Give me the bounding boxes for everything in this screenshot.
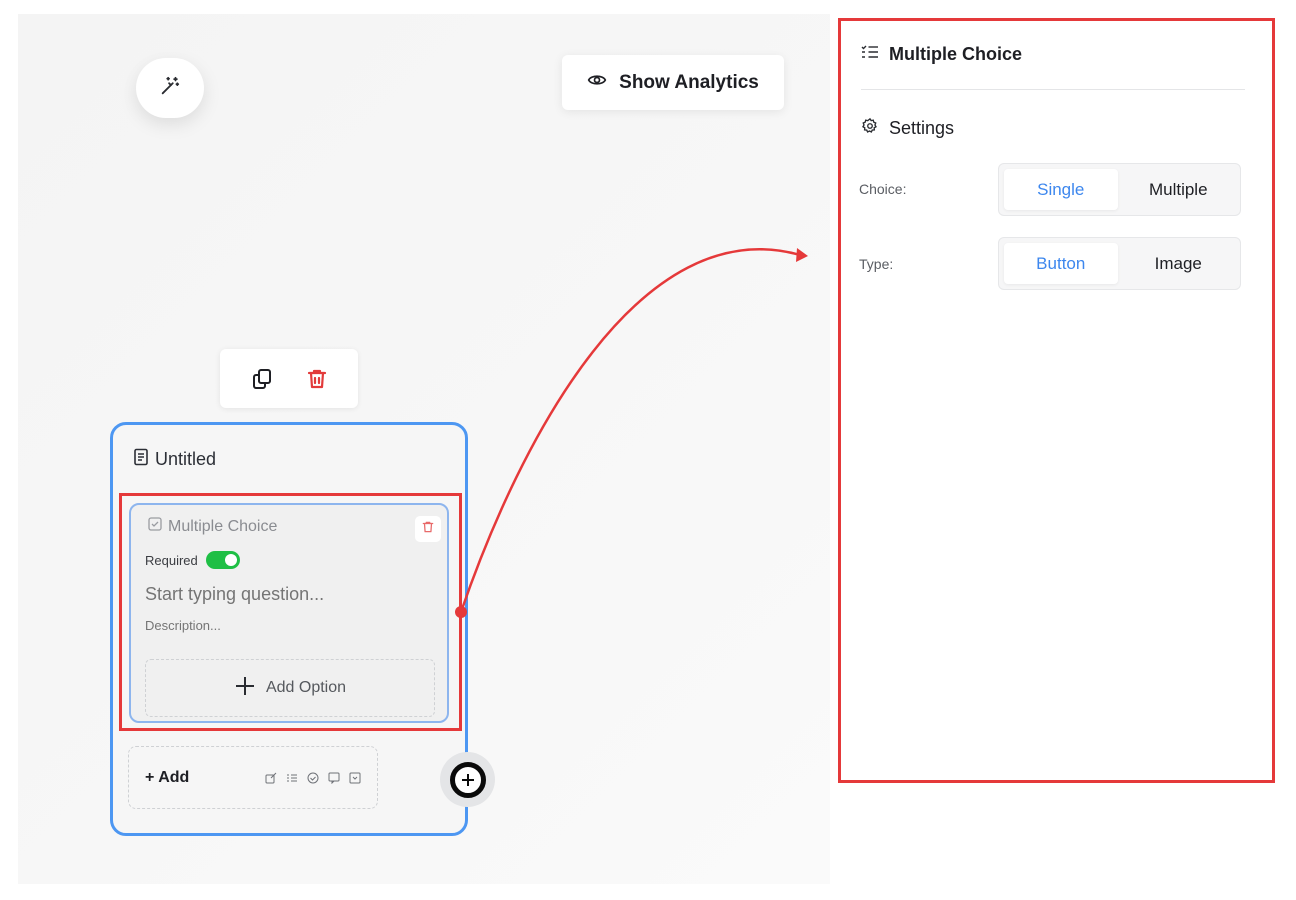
checklist-icon bbox=[861, 44, 879, 65]
eye-icon bbox=[587, 70, 607, 96]
document-icon bbox=[133, 448, 149, 471]
choice-option-multiple[interactable]: Multiple bbox=[1122, 169, 1236, 210]
magic-wand-button[interactable] bbox=[136, 58, 204, 118]
list-icon[interactable] bbox=[286, 772, 298, 784]
node-title-text: Untitled bbox=[155, 449, 217, 469]
panel-header: Multiple Choice bbox=[861, 44, 1022, 65]
trash-icon[interactable] bbox=[299, 361, 335, 397]
show-analytics-button[interactable]: Show Analytics bbox=[562, 55, 784, 110]
choice-label: Choice: bbox=[859, 181, 907, 197]
add-node-button[interactable] bbox=[440, 752, 495, 807]
node-title: Untitled bbox=[133, 448, 216, 471]
settings-section-header: Settings bbox=[861, 117, 954, 140]
type-segmented-control: Button Image bbox=[998, 237, 1241, 290]
check-circle-icon[interactable] bbox=[307, 772, 319, 784]
add-block-button[interactable]: + Add bbox=[145, 769, 189, 787]
text-edit-icon[interactable] bbox=[265, 772, 277, 784]
type-option-button[interactable]: Button bbox=[1004, 243, 1118, 284]
settings-panel: Multiple Choice Settings Choice: Single … bbox=[838, 18, 1275, 783]
highlight-box-block bbox=[119, 493, 462, 731]
settings-label: Settings bbox=[889, 118, 955, 138]
gear-icon bbox=[861, 117, 879, 140]
magic-wand-icon bbox=[159, 75, 181, 102]
type-option-image[interactable]: Image bbox=[1122, 243, 1236, 284]
card-toolbar bbox=[220, 349, 358, 408]
panel-title: Multiple Choice bbox=[889, 44, 1023, 64]
show-analytics-label: Show Analytics bbox=[619, 71, 759, 93]
dropdown-icon[interactable] bbox=[349, 772, 361, 784]
plus-circle-icon bbox=[449, 761, 486, 798]
duplicate-icon[interactable] bbox=[244, 361, 280, 397]
add-block-row: + Add bbox=[128, 746, 378, 809]
type-label: Type: bbox=[859, 256, 894, 272]
choice-segmented-control: Single Multiple bbox=[998, 163, 1241, 216]
panel-divider bbox=[861, 89, 1245, 90]
block-type-icons bbox=[265, 772, 361, 784]
message-icon[interactable] bbox=[328, 772, 340, 784]
choice-option-single[interactable]: Single bbox=[1004, 169, 1118, 210]
